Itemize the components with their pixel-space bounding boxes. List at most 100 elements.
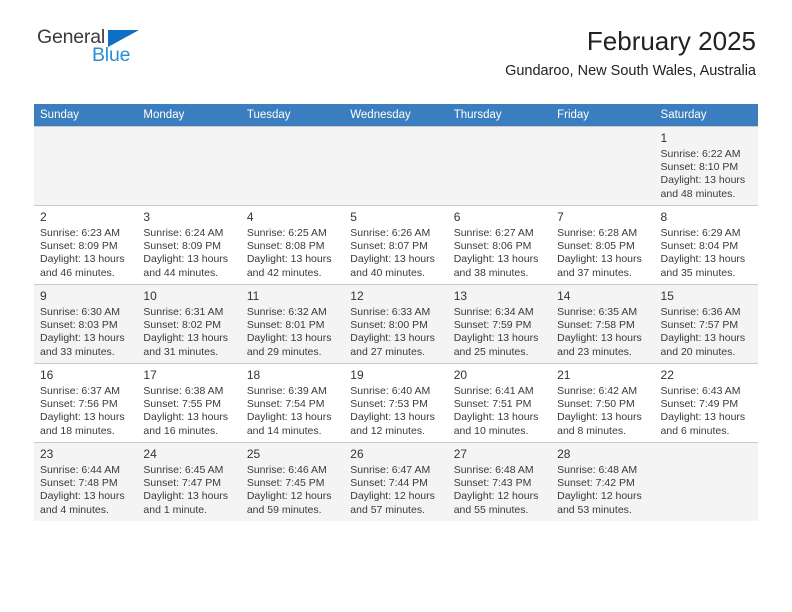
- day-daylight-line2-text: and 40 minutes.: [350, 266, 425, 279]
- calendar-day-cell[interactable]: 2 Sunrise: 6:23 AM Sunset: 8:09 PM Daylight…: [34, 205, 138, 284]
- calendar-day-cell[interactable]: 23 Sunrise: 6:44 AM Sunset: 7:48 PM Dayligh…: [34, 442, 138, 521]
- calendar-day-cell[interactable]: 5 Sunrise: 6:26 AM Sunset: 8:07 PM Daylight…: [344, 205, 448, 284]
- calendar-page: General Blue February 2025 Gundaroo, New…: [0, 0, 792, 612]
- day-number: 22: [660, 368, 674, 382]
- calendar-week-row: 9 Sunrise: 6:30 AM Sunset: 8:03 PM Daylight…: [34, 284, 758, 363]
- calendar-day-cell[interactable]: 4 Sunrise: 6:25 AM Sunset: 8:08 PM Daylight…: [240, 205, 345, 284]
- calendar-day-cell[interactable]: 14 Sunrise: 6:35 AM Sunset: 7:58 PM Dayligh…: [551, 284, 655, 363]
- day-sun-info: Sunrise: 6:37 AM Sunset: 7:56 PM Daylight:…: [40, 385, 131, 438]
- day-sun-info: Sunrise: 6:48 AM Sunset: 7:43 PM Daylight:…: [454, 464, 545, 517]
- day-sun-info: Sunrise: 6:44 AM Sunset: 7:48 PM Daylight:…: [40, 464, 131, 517]
- day-daylight-line1-text: Daylight: 13 hours: [660, 253, 746, 266]
- day-sunset-text: Sunset: 7:53 PM: [350, 398, 428, 411]
- day-cell-content: 26 Sunrise: 6:47 AM Sunset: 7:44 PM Dayligh…: [344, 442, 448, 521]
- day-number: 7: [557, 210, 564, 224]
- day-sunset-text: Sunset: 7:58 PM: [557, 319, 635, 332]
- day-cell-content: 27 Sunrise: 6:48 AM Sunset: 7:43 PM Dayligh…: [447, 442, 552, 521]
- day-daylight-line1-text: Daylight: 13 hours: [246, 411, 332, 424]
- calendar-day-cell[interactable]: 9 Sunrise: 6:30 AM Sunset: 8:03 PM Daylight…: [34, 284, 138, 363]
- day-sunrise-text: Sunrise: 6:23 AM: [40, 227, 120, 239]
- calendar-day-cell[interactable]: 7 Sunrise: 6:28 AM Sunset: 8:05 PM Daylight…: [551, 205, 655, 284]
- day-daylight-line2-text: and 27 minutes.: [350, 345, 425, 358]
- day-sun-info: Sunrise: 6:32 AM Sunset: 8:01 PM Daylight:…: [247, 306, 338, 359]
- calendar-day-cell[interactable]: 25 Sunrise: 6:46 AM Sunset: 7:45 PM Dayligh…: [240, 442, 345, 521]
- day-sun-info: Sunrise: 6:42 AM Sunset: 7:50 PM Daylight:…: [557, 385, 648, 438]
- logo-text-blue: Blue: [92, 44, 131, 66]
- day-number: 18: [246, 368, 261, 382]
- day-sunset-text: Sunset: 8:09 PM: [143, 240, 222, 253]
- day-number: 25: [246, 447, 261, 461]
- calendar-day-cell[interactable]: 11 Sunrise: 6:32 AM Sunset: 8:01 PM Dayligh…: [240, 284, 345, 363]
- day-cell-content: 7 Sunrise: 6:28 AM Sunset: 8:05 PM Daylight…: [551, 205, 655, 284]
- day-daylight-line1-text: Daylight: 13 hours: [453, 253, 539, 266]
- weekday-header-sunday: Sunday: [34, 104, 138, 126]
- day-sun-info: Sunrise: 6:28 AM Sunset: 8:05 PM Daylight:…: [557, 227, 648, 280]
- calendar-day-cell[interactable]: 13 Sunrise: 6:34 AM Sunset: 7:59 PM Dayligh…: [447, 284, 552, 363]
- day-cell-content: 8 Sunrise: 6:29 AM Sunset: 8:04 PM Daylight…: [654, 205, 758, 284]
- day-number: 4: [246, 210, 254, 224]
- general-blue-logo: General Blue: [37, 27, 167, 76]
- calendar-day-cell[interactable]: 8 Sunrise: 6:29 AM Sunset: 8:04 PM Daylight…: [654, 205, 758, 284]
- calendar-day-cell[interactable]: 15 Sunrise: 6:36 AM Sunset: 7:57 PM Dayligh…: [654, 284, 758, 363]
- day-number: 9: [40, 289, 47, 303]
- calendar-day-cell[interactable]: 3 Sunrise: 6:24 AM Sunset: 8:09 PM Daylight…: [137, 205, 241, 284]
- day-number: 2: [40, 210, 47, 224]
- calendar-day-cell: [344, 126, 448, 205]
- day-daylight-line1-text: Daylight: 13 hours: [143, 332, 229, 345]
- day-daylight-line2-text: and 48 minutes.: [660, 187, 736, 200]
- calendar-day-cell[interactable]: 16 Sunrise: 6:37 AM Sunset: 7:56 PM Dayligh…: [34, 363, 138, 442]
- day-sun-info: Sunrise: 6:43 AM Sunset: 7:49 PM Daylight:…: [661, 385, 752, 438]
- day-number: 21: [557, 368, 571, 382]
- day-sunset-text: Sunset: 7:47 PM: [143, 477, 222, 490]
- day-sun-info: Sunrise: 6:38 AM Sunset: 7:55 PM Daylight:…: [143, 385, 234, 438]
- day-daylight-line1-text: Daylight: 13 hours: [660, 174, 746, 187]
- day-sunrise-text: Sunrise: 6:24 AM: [143, 227, 224, 239]
- calendar-day-cell: [137, 126, 241, 205]
- calendar-day-cell[interactable]: 10 Sunrise: 6:31 AM Sunset: 8:02 PM Dayligh…: [137, 284, 241, 363]
- day-number: 17: [143, 368, 157, 382]
- calendar-day-cell[interactable]: 24 Sunrise: 6:45 AM Sunset: 7:47 PM Dayligh…: [137, 442, 241, 521]
- day-sunset-text: Sunset: 7:49 PM: [660, 398, 739, 411]
- day-sunrise-text: Sunrise: 6:40 AM: [350, 385, 431, 397]
- day-sunrise-text: Sunrise: 6:39 AM: [246, 385, 327, 397]
- day-sun-info: Sunrise: 6:25 AM Sunset: 8:08 PM Daylight:…: [247, 227, 338, 280]
- calendar-day-cell[interactable]: 19 Sunrise: 6:40 AM Sunset: 7:53 PM Dayligh…: [344, 363, 448, 442]
- calendar-day-cell[interactable]: 21 Sunrise: 6:42 AM Sunset: 7:50 PM Dayligh…: [551, 363, 655, 442]
- day-sunset-text: Sunset: 7:54 PM: [246, 398, 325, 411]
- day-daylight-line2-text: and 59 minutes.: [246, 503, 322, 516]
- calendar-body: 1 Sunrise: 6:22 AM Sunset: 8:10 PM Daylight…: [34, 126, 758, 521]
- day-cell-content: 25 Sunrise: 6:46 AM Sunset: 7:45 PM Dayligh…: [240, 442, 345, 521]
- calendar-day-cell[interactable]: 17 Sunrise: 6:38 AM Sunset: 7:55 PM Dayligh…: [137, 363, 241, 442]
- day-sun-info: Sunrise: 6:39 AM Sunset: 7:54 PM Daylight:…: [247, 385, 338, 438]
- weekday-header-row: Sunday Monday Tuesday Wednesday Thursday…: [34, 104, 758, 126]
- day-sunset-text: Sunset: 7:57 PM: [660, 319, 739, 332]
- calendar-day-cell: [654, 442, 758, 521]
- calendar-day-cell[interactable]: 22 Sunrise: 6:43 AM Sunset: 7:49 PM Dayligh…: [654, 363, 758, 442]
- page-subtitle: Gundaroo, New South Wales, Australia: [505, 63, 756, 79]
- day-sunrise-text: Sunrise: 6:36 AM: [660, 306, 741, 318]
- day-sunset-text: Sunset: 7:50 PM: [557, 398, 635, 411]
- calendar-day-cell[interactable]: 26 Sunrise: 6:47 AM Sunset: 7:44 PM Dayligh…: [344, 442, 448, 521]
- day-sunrise-text: Sunrise: 6:45 AM: [143, 464, 224, 476]
- day-sunset-text: Sunset: 8:01 PM: [246, 319, 325, 332]
- calendar-day-cell[interactable]: 12 Sunrise: 6:33 AM Sunset: 8:00 PM Dayligh…: [344, 284, 448, 363]
- calendar-day-cell[interactable]: 20 Sunrise: 6:41 AM Sunset: 7:51 PM Dayligh…: [447, 363, 552, 442]
- calendar-day-cell[interactable]: 18 Sunrise: 6:39 AM Sunset: 7:54 PM Dayligh…: [240, 363, 345, 442]
- day-sun-info: Sunrise: 6:45 AM Sunset: 7:47 PM Daylight:…: [143, 464, 234, 517]
- day-daylight-line1-text: Daylight: 13 hours: [557, 411, 642, 424]
- day-daylight-line2-text: and 33 minutes.: [40, 345, 115, 358]
- day-cell-content: 4 Sunrise: 6:25 AM Sunset: 8:08 PM Daylight…: [240, 205, 345, 284]
- calendar-day-cell[interactable]: 27 Sunrise: 6:48 AM Sunset: 7:43 PM Dayligh…: [447, 442, 552, 521]
- page-title: February 2025: [586, 26, 756, 56]
- day-number: 15: [660, 289, 674, 303]
- day-daylight-line1-text: Daylight: 13 hours: [246, 332, 332, 345]
- day-sunset-text: Sunset: 7:48 PM: [40, 477, 118, 490]
- calendar-day-cell[interactable]: 28 Sunrise: 6:48 AM Sunset: 7:42 PM Dayligh…: [551, 442, 655, 521]
- day-daylight-line2-text: and 12 minutes.: [350, 424, 425, 437]
- weekday-header-thursday: Thursday: [447, 104, 552, 126]
- day-sunrise-text: Sunrise: 6:43 AM: [660, 385, 741, 397]
- calendar-day-cell[interactable]: 6 Sunrise: 6:27 AM Sunset: 8:06 PM Daylight…: [447, 205, 552, 284]
- calendar-day-cell[interactable]: 1 Sunrise: 6:22 AM Sunset: 8:10 PM Daylight…: [654, 126, 758, 205]
- day-daylight-line2-text: and 55 minutes.: [453, 503, 529, 516]
- day-sunset-text: Sunset: 7:55 PM: [143, 398, 222, 411]
